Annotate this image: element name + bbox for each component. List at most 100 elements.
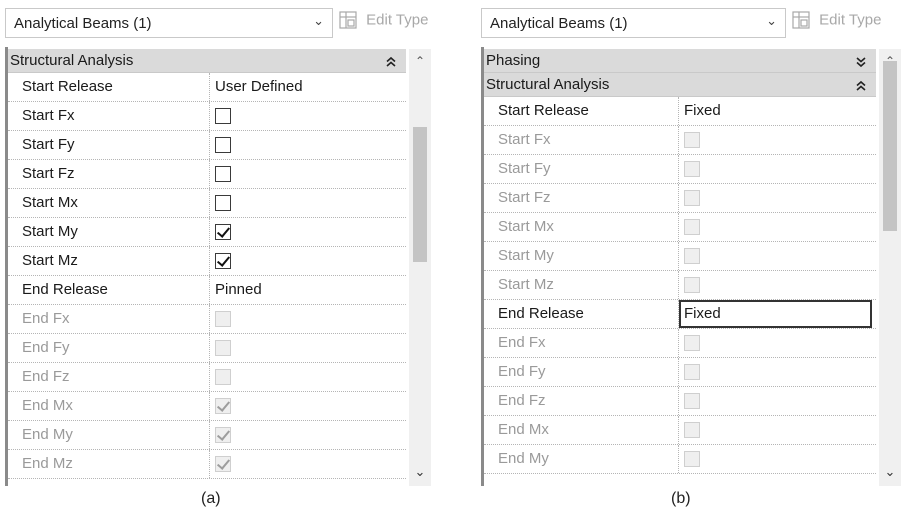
property-value: [679, 387, 876, 415]
property-value[interactable]: [210, 189, 406, 217]
checkbox-end-fy: [215, 340, 231, 356]
property-row-start-fx: Start Fx: [8, 102, 406, 131]
property-name: Start Fx: [8, 102, 210, 130]
property-value: [679, 155, 876, 183]
property-row-start-mx: Start Mx: [8, 189, 406, 218]
property-name: Start Mz: [484, 271, 679, 299]
property-row-start-fx: Start Fx: [484, 126, 876, 155]
property-value-start-release[interactable]: Fixed: [679, 97, 876, 125]
property-name: Start Fx: [484, 126, 679, 154]
double-chevron-up-icon[interactable]: [386, 49, 396, 73]
property-value: [210, 305, 406, 333]
edit-type-button[interactable]: Edit Type: [792, 11, 881, 35]
property-value: [679, 184, 876, 212]
type-selector[interactable]: Analytical Beams (1) ⌄: [5, 8, 333, 38]
palette-header: Analytical Beams (1) ⌄ Edit Type: [476, 0, 901, 45]
property-row-end-mx: End Mx: [484, 416, 876, 445]
property-value-start-release[interactable]: User Defined: [210, 73, 406, 101]
property-value[interactable]: [210, 247, 406, 275]
property-row-end-mz: End Mz: [8, 450, 406, 479]
property-value: [679, 358, 876, 386]
property-name: Start Fz: [8, 160, 210, 188]
property-name: End Release: [484, 300, 679, 328]
property-name: End Fy: [8, 334, 210, 362]
scrollbar-thumb[interactable]: [413, 127, 427, 262]
checkbox-end-my: [215, 427, 231, 443]
scroll-up-icon[interactable]: ⌃: [409, 51, 431, 71]
checkbox-start-mx[interactable]: [215, 195, 231, 211]
property-row-start-mz: Start Mz: [484, 271, 876, 300]
checkbox-end-my: [684, 451, 700, 467]
edit-type-label: Edit Type: [366, 11, 429, 29]
checkbox-end-fz: [684, 393, 700, 409]
group-label: Structural Analysis: [10, 52, 134, 69]
type-selector-label: Analytical Beams (1): [490, 15, 628, 32]
double-chevron-up-icon[interactable]: [856, 73, 866, 97]
property-row-end-mx: End Mx: [8, 392, 406, 421]
type-selector-label: Analytical Beams (1): [14, 15, 152, 32]
property-name: End Mx: [8, 392, 210, 420]
property-value[interactable]: [210, 131, 406, 159]
checkbox-end-mx: [215, 398, 231, 414]
checkmark-icon: [216, 224, 231, 238]
property-value: [210, 334, 406, 362]
property-name: Start Release: [8, 73, 210, 101]
property-row-start-release: Start Release Fixed: [484, 97, 876, 126]
property-row-end-release: End Release Fixed: [484, 300, 876, 329]
property-row-start-fy: Start Fy: [8, 131, 406, 160]
property-value-end-release[interactable]: Pinned: [210, 276, 406, 304]
checkbox-start-fz[interactable]: [215, 166, 231, 182]
property-name: Start My: [8, 218, 210, 246]
edit-type-label: Edit Type: [819, 11, 882, 29]
property-value[interactable]: [210, 218, 406, 246]
property-value: [679, 445, 876, 473]
property-name: End Fy: [484, 358, 679, 386]
property-name: End Mx: [484, 416, 679, 444]
checkbox-end-fy: [684, 364, 700, 380]
property-row-start-my: Start My: [484, 242, 876, 271]
property-name: Start Mx: [8, 189, 210, 217]
group-label: Phasing: [486, 52, 541, 69]
double-chevron-down-icon[interactable]: [856, 49, 866, 73]
vertical-scrollbar[interactable]: ⌃ ⌄: [409, 49, 431, 486]
properties-palette-b: Analytical Beams (1) ⌄ Edit Type Phasing…: [476, 0, 901, 486]
property-value[interactable]: [210, 102, 406, 130]
property-name: End Mz: [8, 450, 210, 478]
property-name: Start My: [484, 242, 679, 270]
property-name: End Fz: [484, 387, 679, 415]
checkbox-start-fx: [684, 132, 700, 148]
group-header-phasing[interactable]: Phasing: [484, 49, 876, 73]
figure-caption-b: (b): [671, 490, 691, 507]
chevron-down-icon[interactable]: ⌄: [766, 13, 777, 29]
property-value: [210, 392, 406, 420]
property-row-end-fx: End Fx: [484, 329, 876, 358]
group-header-structural-analysis[interactable]: Structural Analysis: [8, 49, 406, 73]
group-header-structural-analysis[interactable]: Structural Analysis: [484, 73, 876, 97]
property-row-end-fy: End Fy: [484, 358, 876, 387]
property-value: [679, 329, 876, 357]
scroll-down-icon[interactable]: ⌄: [879, 462, 901, 482]
property-name: End My: [8, 421, 210, 449]
edit-type-button[interactable]: Edit Type: [339, 11, 428, 35]
group-label: Structural Analysis: [486, 76, 610, 93]
vertical-scrollbar[interactable]: ⌃ ⌄: [879, 49, 901, 486]
checkmark-icon: [216, 456, 231, 470]
scroll-down-icon[interactable]: ⌄: [409, 462, 431, 482]
property-value: [679, 271, 876, 299]
checkmark-icon: [216, 427, 231, 441]
chevron-down-icon[interactable]: ⌄: [313, 13, 324, 29]
checkbox-start-fy[interactable]: [215, 137, 231, 153]
checkbox-start-my[interactable]: [215, 224, 231, 240]
edit-type-icon: [339, 11, 357, 29]
type-selector[interactable]: Analytical Beams (1) ⌄: [481, 8, 786, 38]
property-value[interactable]: [210, 160, 406, 188]
checkbox-start-fy: [684, 161, 700, 177]
scrollbar-thumb[interactable]: [883, 61, 897, 231]
property-value: [679, 416, 876, 444]
checkbox-start-mz[interactable]: [215, 253, 231, 269]
checkbox-end-mz: [215, 456, 231, 472]
property-value-end-release[interactable]: Fixed: [679, 300, 872, 328]
checkbox-start-fx[interactable]: [215, 108, 231, 124]
property-value: [679, 242, 876, 270]
property-name: Start Fy: [8, 131, 210, 159]
